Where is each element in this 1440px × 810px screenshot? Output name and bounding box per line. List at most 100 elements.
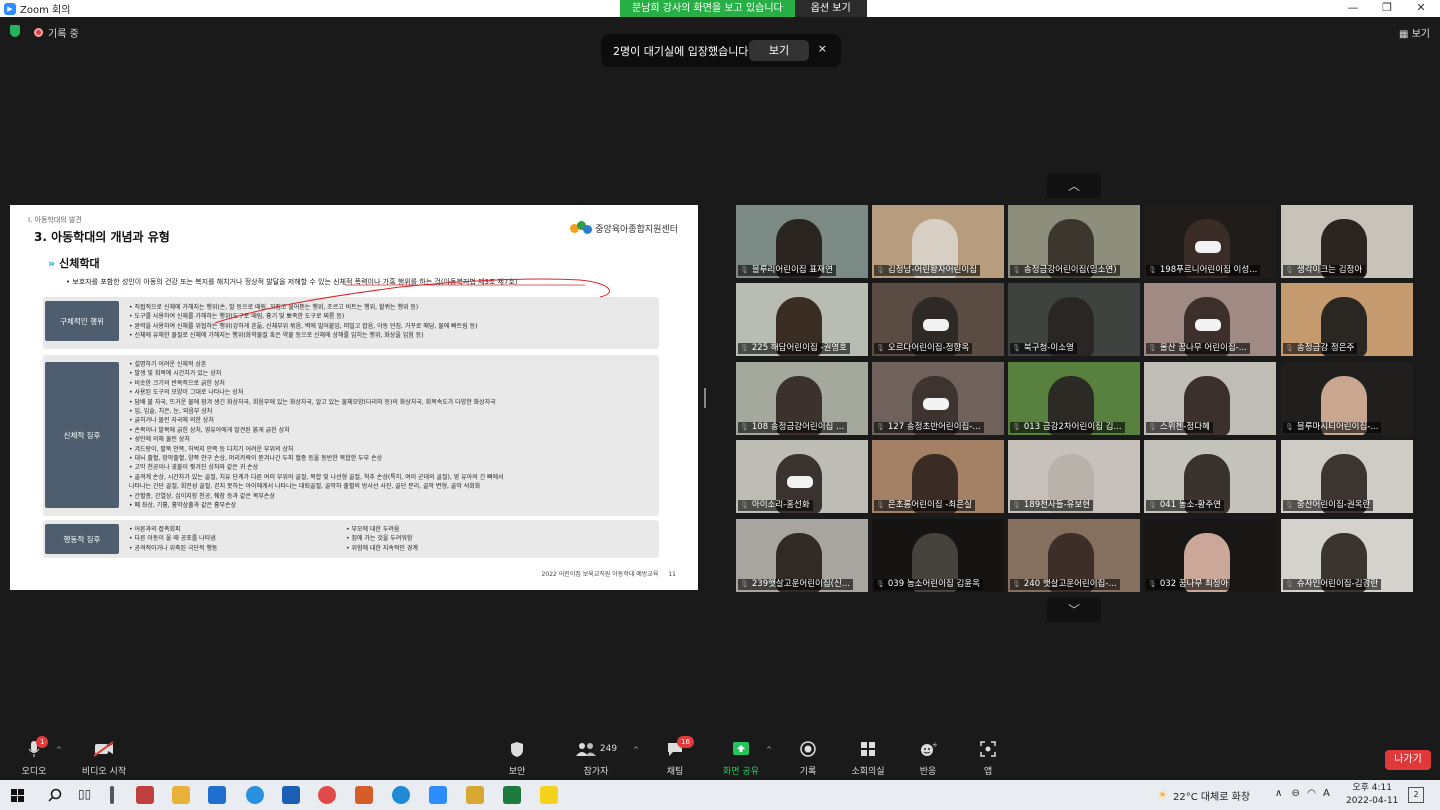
reactions-button[interactable]: + 반응 (898, 738, 958, 777)
participants-button[interactable]: 249 참가자 (566, 738, 626, 777)
muted-mic-icon: 🎙 (1012, 344, 1021, 352)
taskbar-app-icon[interactable] (136, 786, 154, 804)
participant-video-tile[interactable]: 🎙 슈자인어린이집-김경란 (1281, 519, 1413, 592)
participant-video-tile[interactable]: 🎙 울산 꿈나무 어린이집-... (1144, 283, 1276, 356)
system-tray[interactable]: ∧ ⊖ ◠ A (1275, 788, 1330, 799)
participant-name-tag: 🎙 김정남-어린왕자어린이집 (874, 265, 980, 276)
toast-close-button[interactable]: × (818, 42, 827, 55)
share-screen-button[interactable]: 화면 공유 (711, 738, 771, 777)
participant-name: 은초롱어린이집 -최은실 (887, 500, 972, 510)
participant-name: 240 햇살고운어린이집-... (1023, 579, 1117, 589)
participant-video-tile[interactable]: 🎙 블루마시티어린이집-... (1281, 362, 1413, 435)
kakaotalk-icon[interactable] (540, 786, 558, 804)
breakout-label: 소회의실 (851, 767, 885, 777)
taskbar-app-icon[interactable] (318, 786, 336, 804)
participant-name: 송정금강 정은주 (1296, 343, 1355, 353)
search-icon[interactable] (48, 788, 62, 802)
muted-mic-icon: 🎙 (1012, 501, 1021, 509)
participant-video-tile[interactable]: 🎙 송정금강어린이집(임소연) (1008, 205, 1140, 278)
taskbar-app-icon[interactable] (110, 786, 114, 804)
participant-name: 중산어린이집-권옥란 (1296, 500, 1371, 510)
apps-label: 앱 (983, 767, 993, 777)
browser-icon[interactable] (246, 786, 264, 804)
security-button[interactable]: 보안 (487, 738, 547, 777)
participant-video-tile[interactable]: 🎙 225 해담어린이집 -권영호 (736, 283, 868, 356)
splitter-handle[interactable] (704, 388, 706, 408)
ime-indicator[interactable]: A (1323, 788, 1330, 799)
notification-center-icon[interactable]: 2 (1408, 787, 1424, 803)
participant-video-tile[interactable]: 🎙 중산어린이집-권옥란 (1281, 440, 1413, 513)
network-icon[interactable]: ◠ (1307, 788, 1316, 799)
participant-video-tile[interactable]: 🎙 김정남-어린왕자어린이집 (872, 205, 1004, 278)
windows-start-icon[interactable] (11, 789, 24, 802)
apps-button[interactable]: 앱 (958, 738, 1018, 777)
gallery-next-button[interactable]: ﹀ (1047, 598, 1101, 622)
participant-video-tile[interactable]: 🎙 239햇살고운어린이집(신... (736, 519, 868, 592)
participant-video-tile[interactable]: 🎙 032 꿈나무 최정아 (1144, 519, 1276, 592)
leave-button[interactable]: 나가기 (1385, 750, 1431, 770)
participant-video-tile[interactable]: 🎙 189천사들-유보현 (1008, 440, 1140, 513)
face-mask (923, 398, 949, 410)
participant-name: 032 꿈나무 최정아 (1159, 579, 1229, 589)
audio-button[interactable]: 1 오디오 (4, 736, 64, 777)
toast-view-button[interactable]: 보기 (749, 40, 809, 61)
weather-widget[interactable]: ☀ 22°C 대체로 화창 (1158, 788, 1250, 803)
participant-video-tile[interactable]: 🎙 108 송정금강어린이집 ... (736, 362, 868, 435)
close-window-button[interactable]: ✕ (1404, 0, 1438, 17)
participant-count: 249 (599, 744, 618, 754)
file-explorer-icon[interactable] (172, 786, 190, 804)
participant-video-tile[interactable]: 🎙 041 농소-황주연 (1144, 440, 1276, 513)
gallery-prev-button[interactable]: ︿ (1047, 174, 1101, 198)
minimize-button[interactable]: — (1336, 0, 1370, 17)
audio-caret-icon[interactable]: ^ (56, 746, 62, 754)
participant-video-tile[interactable]: 🎙 오르다어린이집-정향옥 (872, 283, 1004, 356)
participant-video-tile[interactable]: 🎙 스위첸-정다혜 (1144, 362, 1276, 435)
mail-icon[interactable] (208, 786, 226, 804)
participant-video-tile[interactable]: 🎙 198푸르니어린이집 이성... (1144, 205, 1276, 278)
muted-mic-icon: 🎙 (740, 266, 749, 274)
muted-mic-icon: 🎙 (1285, 580, 1294, 588)
share-caret-icon[interactable]: ^ (766, 746, 772, 754)
participant-video-tile[interactable]: 🎙 북구청-이소영 (1008, 283, 1140, 356)
participant-video-tile[interactable]: 🎙 240 햇살고운어린이집-... (1008, 519, 1140, 592)
participants-caret-icon[interactable]: ^ (633, 746, 639, 754)
excel-icon[interactable] (503, 786, 521, 804)
taskbar-app-icon[interactable] (466, 786, 484, 804)
muted-mic-icon: 🎙 (740, 423, 749, 431)
participant-video-tile[interactable]: 🎙 127 송정초반어린이집-... (872, 362, 1004, 435)
view-options-button[interactable]: 옵션 보기 (794, 0, 867, 17)
tray-app-icon[interactable]: ⊖ (1292, 788, 1300, 799)
record-button[interactable]: 기록 (778, 738, 838, 777)
muted-mic-icon: 🎙 (1148, 501, 1157, 509)
breakout-rooms-button[interactable]: 소회의실 (838, 738, 898, 777)
participant-video-tile[interactable]: 🎙 039 농소어린이집 김윤옥 (872, 519, 1004, 592)
taskbar-clock[interactable]: 오후 4:11 2022-04-11 (1346, 782, 1398, 808)
muted-mic-icon: 🎙 (1148, 580, 1157, 588)
chat-button[interactable]: 16 채팅 (645, 736, 705, 777)
tray-chevron-icon[interactable]: ∧ (1275, 788, 1282, 799)
view-button[interactable]: ▦ 보기 (1399, 25, 1430, 40)
edge-icon[interactable] (392, 786, 410, 804)
participant-name-tag: 🎙 블루리어린이집 표재연 (738, 265, 836, 276)
participant-video-tile[interactable]: 🎙 아이소리-홍선화 (736, 440, 868, 513)
participant-video-tile[interactable]: 🎙 송정금강 정은주 (1281, 283, 1413, 356)
media-player-icon[interactable] (355, 786, 373, 804)
task-view-icon[interactable]: ▯▯ (78, 787, 91, 801)
video-button[interactable]: 비디오 시작 (74, 738, 134, 777)
participant-name-tag: 🎙 아이소리-홍선화 (738, 500, 813, 511)
participant-video-tile[interactable]: 🎙 013 금강2차어린이집 김... (1008, 362, 1140, 435)
maximize-button[interactable]: ❐ (1370, 0, 1404, 17)
participants-label: 참가자 (583, 767, 609, 777)
smiley-icon: + (898, 738, 958, 760)
clock-date: 2022-04-11 (1346, 796, 1399, 806)
zoom-app-icon[interactable] (429, 786, 447, 804)
participant-video-tile[interactable]: 🎙 블루리어린이집 표재연 (736, 205, 868, 278)
recording-indicator[interactable]: 기록 중 (34, 25, 79, 40)
participant-name-tag: 🎙 은초롱어린이집 -최은실 (874, 500, 975, 511)
participant-video-tile[interactable]: 🎙 은초롱어린이집 -최은실 (872, 440, 1004, 513)
participant-video-tile[interactable]: 🎙 생각이크는 김정아 (1281, 205, 1413, 278)
shield-icon[interactable] (10, 25, 20, 37)
participant-name-tag: 🎙 슈자인어린이집-김경란 (1283, 579, 1382, 590)
participant-name: 송정금강어린이집(임소연) (1023, 265, 1117, 275)
store-icon[interactable] (282, 786, 300, 804)
